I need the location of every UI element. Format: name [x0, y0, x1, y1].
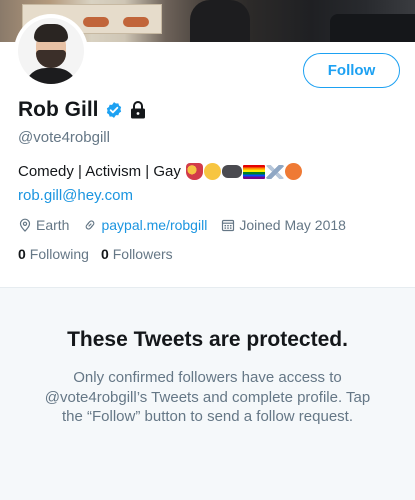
bio-email-link[interactable]: rob.gill@hey.com: [18, 187, 133, 204]
avatar-hair: [34, 24, 68, 42]
profile-name: Rob Gill: [18, 98, 99, 121]
location-pin-icon: [19, 218, 31, 232]
banner-person-silhouette: [190, 0, 250, 42]
verified-badge-icon: [106, 102, 121, 118]
follow-counts: 0 Following 0 Followers: [18, 246, 185, 262]
profile-handle: @vote4robgill: [18, 129, 110, 146]
profile-bio: Comedy | Activism | Gay: [18, 163, 302, 180]
following-label: Following: [29, 246, 89, 262]
rainbow-flag-icon: [242, 164, 265, 179]
banner-hotdog-image: [83, 17, 109, 27]
location-item: Earth: [18, 217, 69, 233]
lock-icon: [130, 101, 145, 119]
avatar[interactable]: [14, 14, 88, 88]
profile-name-row: Rob Gill: [18, 98, 146, 122]
following-count: 0: [18, 246, 26, 262]
website-link[interactable]: paypal.me/robgill: [101, 217, 207, 233]
avatar-shirt: [24, 68, 78, 84]
follow-button[interactable]: Follow: [303, 53, 400, 88]
location-text: Earth: [36, 217, 70, 233]
protected-description: Only confirmed followers have access to …: [44, 369, 371, 425]
avatar-beard: [36, 50, 66, 68]
bio-text: Comedy | Activism | Gay: [18, 163, 181, 180]
profile-meta-row: Earth paypal.me/robgill Joined May 2018: [18, 217, 360, 233]
protected-tweets-panel: These Tweets are protected. Only confirm…: [0, 287, 415, 500]
calendar-icon: [222, 219, 235, 232]
following-count-link[interactable]: 0 Following: [18, 246, 89, 262]
joined-item: Joined May 2018: [221, 217, 346, 233]
link-icon: [86, 220, 95, 230]
joined-text: Joined May 2018: [239, 217, 346, 233]
face-with-tears-of-joy-icon: [203, 163, 221, 180]
followers-label: Followers: [112, 246, 173, 262]
avatar-photo: [18, 18, 84, 84]
website-item[interactable]: paypal.me/robgill: [83, 217, 207, 233]
bio-emojis: [185, 163, 302, 180]
face-with-symbols-on-mouth-icon: [284, 163, 302, 180]
protected-title: These Tweets are protected.: [67, 328, 348, 351]
video-game-icon: [221, 165, 242, 178]
performing-arts-icon: [185, 163, 203, 180]
airplane-icon: [265, 164, 284, 179]
banner-hotdog-image: [123, 17, 149, 27]
banner-car-silhouette: [330, 14, 415, 42]
followers-count-link[interactable]: 0 Followers: [101, 246, 173, 262]
followers-count: 0: [100, 246, 109, 262]
